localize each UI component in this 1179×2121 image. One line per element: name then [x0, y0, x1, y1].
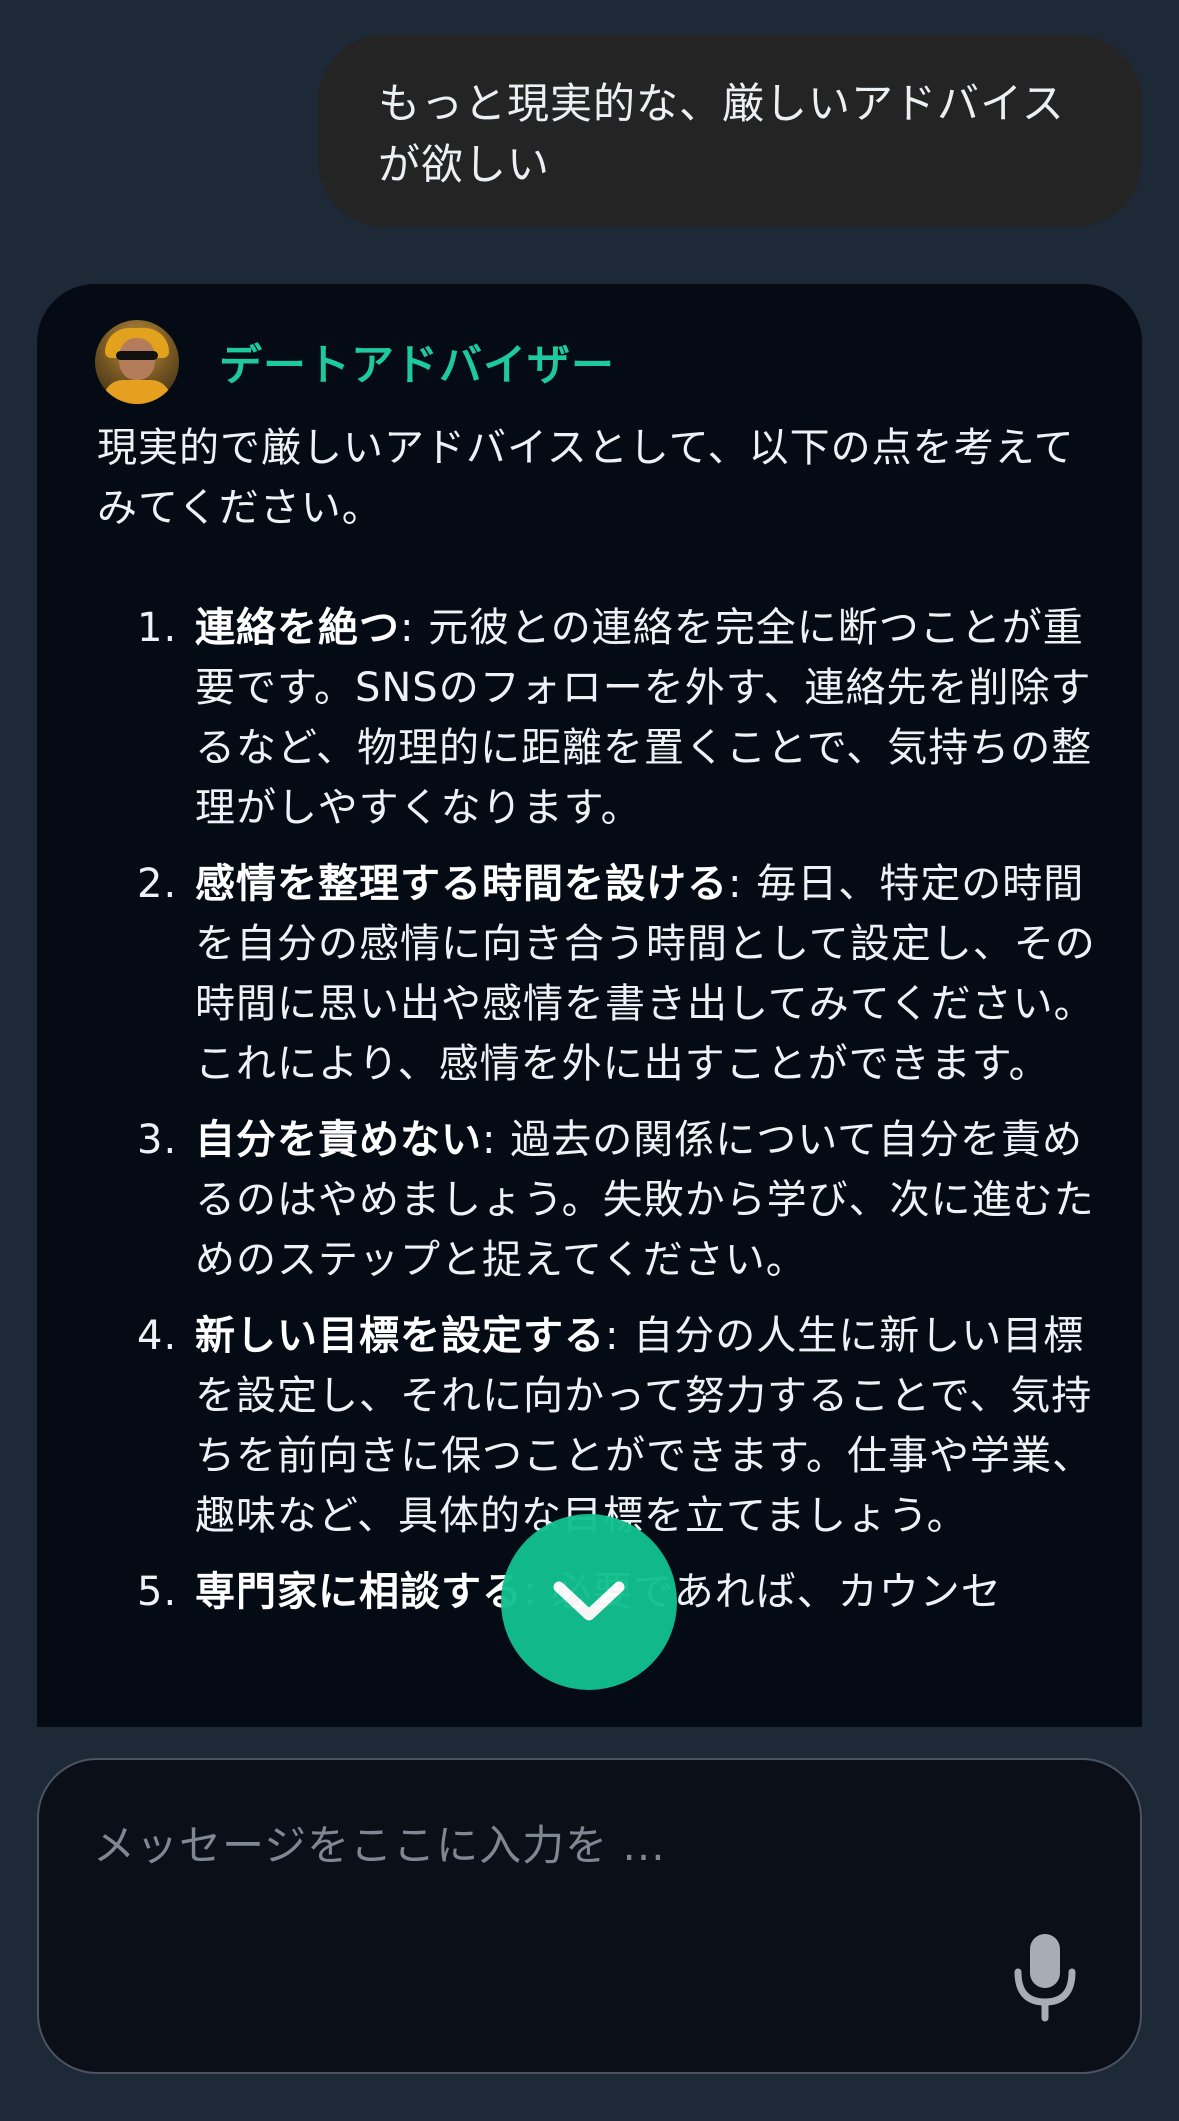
advice-item-3: 3. 自分を責めない: 過去の関係について自分を責めるのはやめましょう。失敗から学… [97, 1110, 1107, 1290]
message-input-placeholder: メッセージをここに入力を ... [93, 1821, 666, 1870]
user-message-text: もっと現実的な、厳しいアドバイスが欲しい [378, 79, 1065, 189]
advice-item-title: 専門家に相談する [195, 1569, 523, 1615]
microphone-icon [1014, 1934, 1076, 2022]
advice-item-title: 新しい目標を設定する [195, 1313, 605, 1359]
assistant-message-card: デートアドバイザー 現実的で厳しいアドバイスとして、以下の点を考えてみてください… [37, 284, 1142, 1727]
scroll-down-button[interactable] [501, 1514, 677, 1690]
advice-item-title: 感情を整理する時間を設ける [195, 861, 728, 907]
advisor-avatar [95, 320, 179, 404]
advice-item-number: 3. [137, 1117, 178, 1163]
assistant-header: デートアドバイザー [95, 320, 615, 404]
assistant-intro: 現実的で厳しいアドバイスとして、以下の点を考えてみてください。 [97, 425, 1075, 531]
advice-list: 1. 連絡を絶つ: 元彼との連絡を完全に断つことが重要です。SNSのフォローを外す… [97, 598, 1107, 1622]
chevron-down-icon [553, 1581, 625, 1621]
advice-item-number: 5. [137, 1569, 178, 1615]
assistant-name: デートアドバイザー [219, 341, 615, 391]
advice-item-2: 2. 感情を整理する時間を設ける: 毎日、特定の時間を自分の感情に向き合う時間とし… [97, 854, 1107, 1094]
advice-item-title: 自分を責めない [195, 1117, 482, 1163]
advice-item-number: 2. [137, 861, 178, 907]
chat-screen: もっと現実的な、厳しいアドバイスが欲しい デートアドバイザー 現実的で厳しいアド… [0, 0, 1179, 2121]
advice-item-1: 1. 連絡を絶つ: 元彼との連絡を完全に断つことが重要です。SNSのフォローを外す… [97, 598, 1107, 838]
user-message-bubble: もっと現実的な、厳しいアドバイスが欲しい [318, 35, 1142, 227]
message-input[interactable]: メッセージをここに入力を ... [37, 1758, 1142, 2074]
mic-button[interactable] [1010, 1932, 1080, 2022]
assistant-message-body: 現実的で厳しいアドバイスとして、以下の点を考えてみてください。 1. 連絡を絶つ:… [97, 418, 1107, 1638]
advice-item-title: 連絡を絶つ [195, 605, 400, 651]
advice-item-number: 1. [137, 605, 178, 651]
advice-item-number: 4. [137, 1313, 178, 1359]
advice-item-4: 4. 新しい目標を設定する: 自分の人生に新しい目標を設定し、それに向かって努力す… [97, 1306, 1107, 1546]
